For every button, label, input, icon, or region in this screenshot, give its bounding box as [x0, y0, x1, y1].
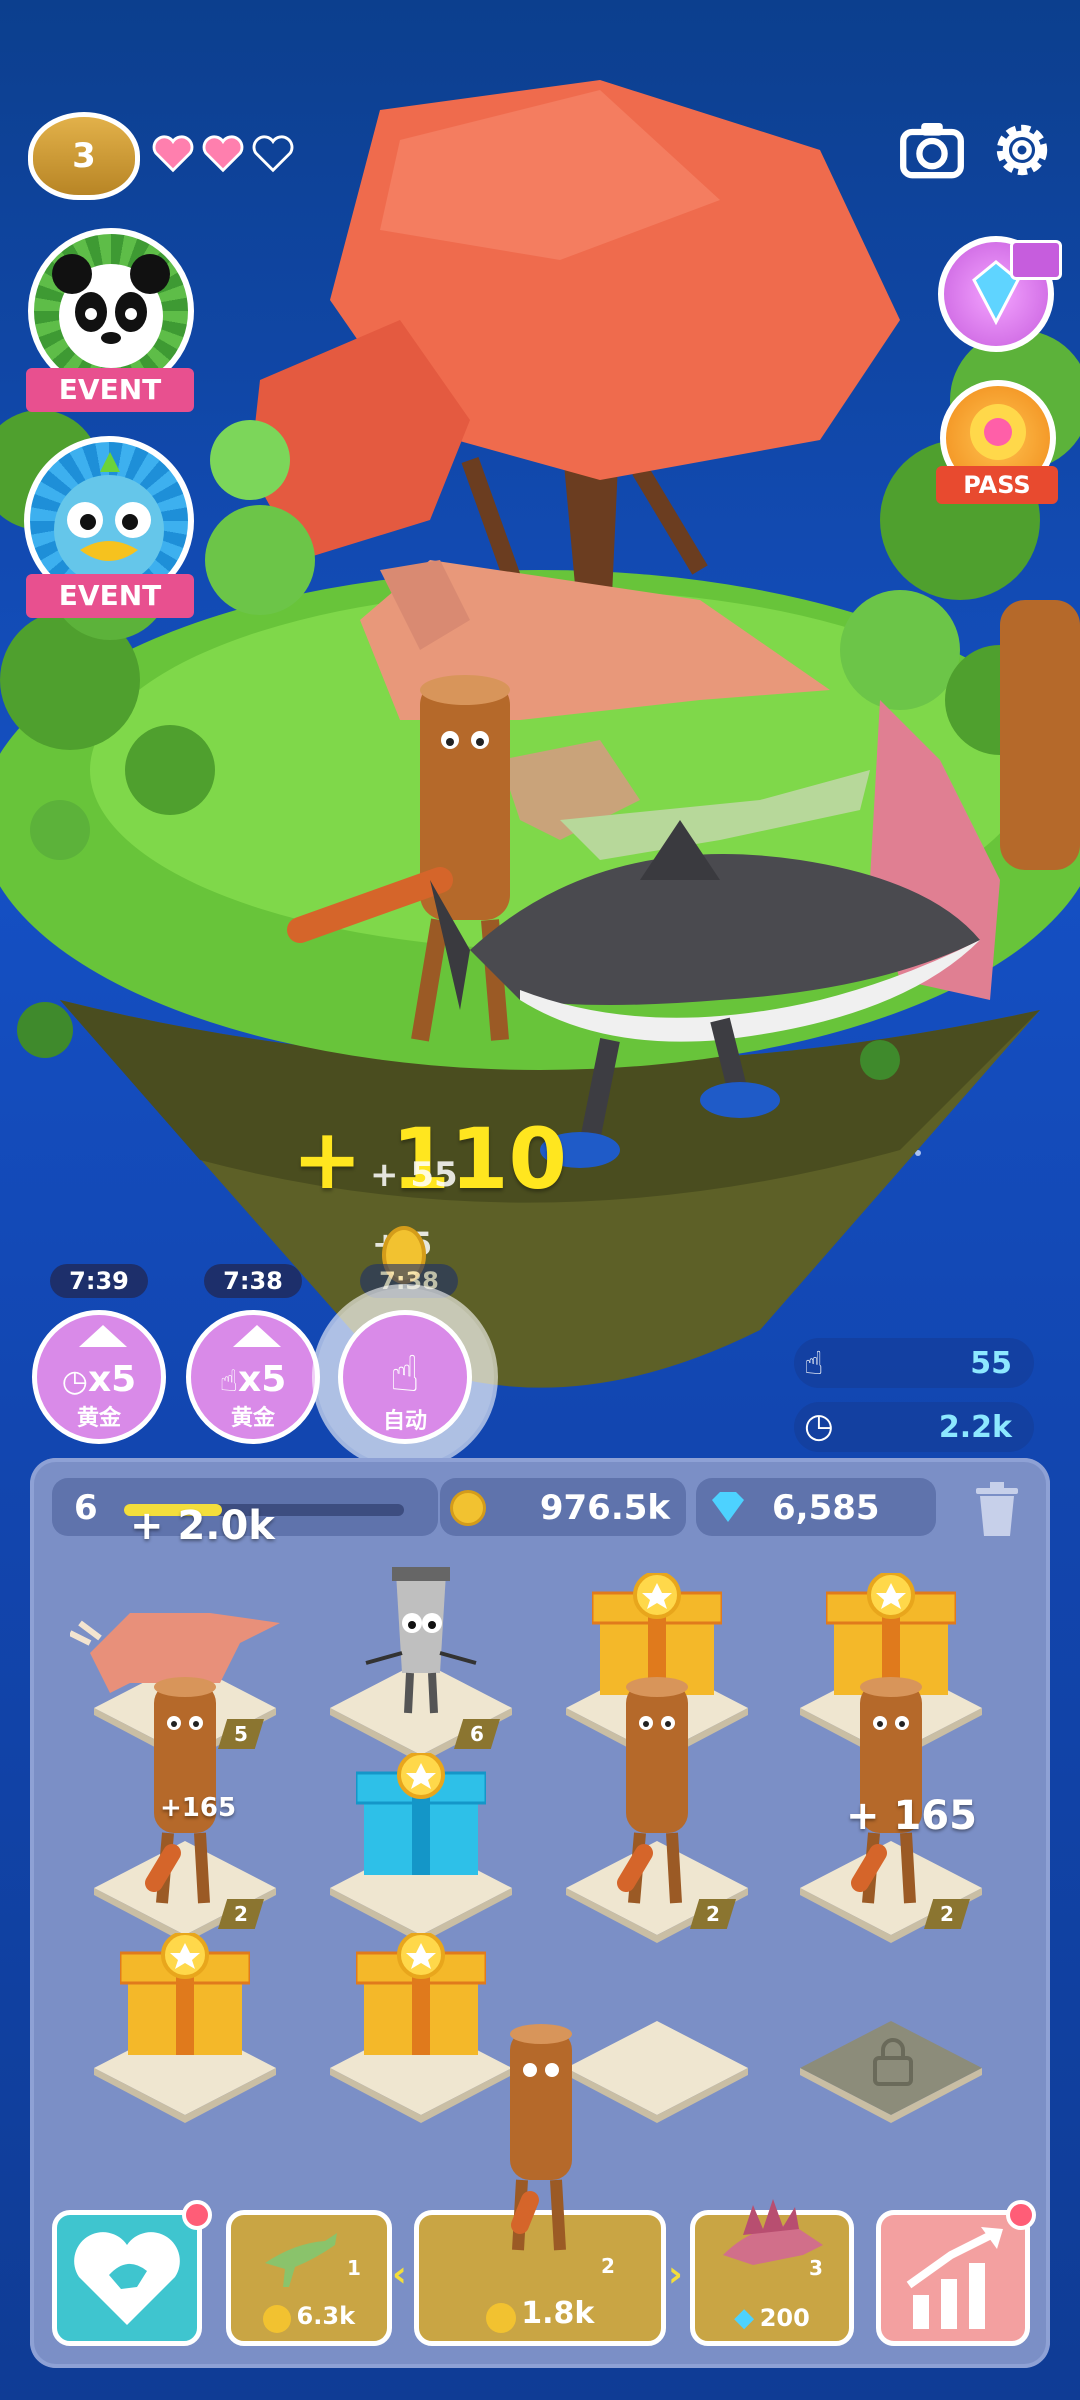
lock-icon: [871, 2038, 915, 2092]
shop-card[interactable]: 3 ◆ 200: [690, 2199, 854, 2346]
player-level: 3: [72, 136, 96, 176]
shop-price: 6.3k: [296, 2301, 356, 2330]
gold-gift-box-icon[interactable]: [118, 1931, 252, 2067]
income-popup: + 2.0k: [130, 1503, 275, 1549]
growth-chart-icon: [906, 2227, 1003, 2329]
income-popup: + 165: [846, 1793, 977, 1839]
notification-dot: [182, 2200, 212, 2230]
panda-icon: [52, 254, 170, 368]
boost-timer: 7:38: [204, 1264, 302, 1298]
arrow-up-icon: [79, 1325, 127, 1347]
settings-gear-icon[interactable]: [986, 114, 1058, 186]
chevron-right-icon[interactable]: ›: [668, 2254, 683, 2295]
coin-icon: [485, 2303, 516, 2333]
coin-icon: [262, 2305, 291, 2333]
gem-balance: 6,585: [696, 1478, 936, 1536]
shop-price: 200: [759, 2304, 810, 2332]
log-man-icon: [510, 2024, 572, 2251]
panel-level: 6: [74, 1488, 98, 1528]
heart-full-icon: [202, 135, 244, 173]
trash-icon[interactable]: [972, 1480, 1022, 1538]
clock-icon: ◷: [61, 1364, 88, 1399]
coin-icon: [450, 1490, 486, 1526]
shop-price: 1.8k: [521, 2295, 595, 2331]
chevron-left-icon[interactable]: ‹: [392, 2254, 407, 2295]
shop-level-tag: 1: [347, 2256, 361, 2280]
upgrade-button[interactable]: [876, 2210, 1030, 2346]
boost-label: 黄金: [76, 1406, 121, 1431]
idle-rate-value: 2.2k: [938, 1410, 1012, 1445]
island-illustration: [0, 80, 1080, 1388]
tap-icon: ☝: [804, 1344, 824, 1382]
shop-level-tag: 3: [809, 2256, 823, 2280]
camera-icon[interactable]: [896, 114, 968, 186]
floating-gain-small: + 55: [370, 1155, 458, 1195]
coin-balance: 976.5k: [440, 1478, 686, 1536]
boost-timer: 7:39: [50, 1264, 148, 1298]
boost-label: 黄金: [230, 1406, 275, 1431]
log-man-icon[interactable]: [612, 1673, 702, 1927]
boost-multiplier: x5: [87, 1359, 137, 1400]
game-scene: + 110 + 55 + 5: [0, 0, 1080, 1450]
tap-rate-stat: ☝ 55: [794, 1338, 1034, 1388]
hand-tap-icon: ☝: [389, 1345, 421, 1403]
clock-icon: ◷: [804, 1406, 834, 1446]
player-level-badge[interactable]: 3: [28, 112, 140, 200]
diamond-icon: ◆: [734, 2303, 755, 2333]
shop-level-tag: 2: [601, 2254, 615, 2278]
cup-ninja-icon[interactable]: [356, 1553, 486, 1727]
gold-gift-box-icon[interactable]: [354, 1931, 488, 2067]
collection-button[interactable]: [52, 2210, 202, 2346]
coin-amount: 976.5k: [539, 1488, 670, 1528]
gold-tap-boost-button[interactable]: ◷x5 黄金: [32, 1310, 166, 1444]
heart-empty-icon: [252, 135, 294, 173]
grid-cell[interactable]: [562, 2013, 752, 2123]
gold-tap-boost-button[interactable]: ☝x5 黄金: [186, 1310, 320, 1444]
notification-dot: [1006, 2200, 1036, 2230]
gem-amount: 6,585: [772, 1488, 880, 1528]
video-ad-icon: [1010, 240, 1062, 280]
auto-tap-button[interactable]: ☝ 自动: [338, 1310, 472, 1444]
event-ribbon: EVENT: [26, 574, 194, 618]
heart-dino-icon: [74, 2232, 180, 2325]
blue-gift-box-icon[interactable]: [354, 1751, 488, 1887]
income-popup: +165: [160, 1793, 237, 1823]
tap-rate-value: 55: [970, 1346, 1012, 1381]
boost-timer: 7:38: [360, 1264, 458, 1298]
pass-label: PASS: [936, 466, 1058, 504]
arrow-up-icon: [233, 1325, 281, 1347]
boost-label: 自动: [382, 1409, 427, 1434]
tap-icon: ☝: [219, 1364, 238, 1399]
diamond-icon: [712, 1492, 744, 1522]
idle-rate-stat: ◷ 2.2k: [794, 1402, 1034, 1452]
boost-multiplier: x5: [238, 1359, 287, 1400]
event-ribbon: EVENT: [26, 368, 194, 412]
heart-full-icon: [152, 135, 194, 173]
shop-card[interactable]: 1 6.3k: [226, 2210, 392, 2346]
